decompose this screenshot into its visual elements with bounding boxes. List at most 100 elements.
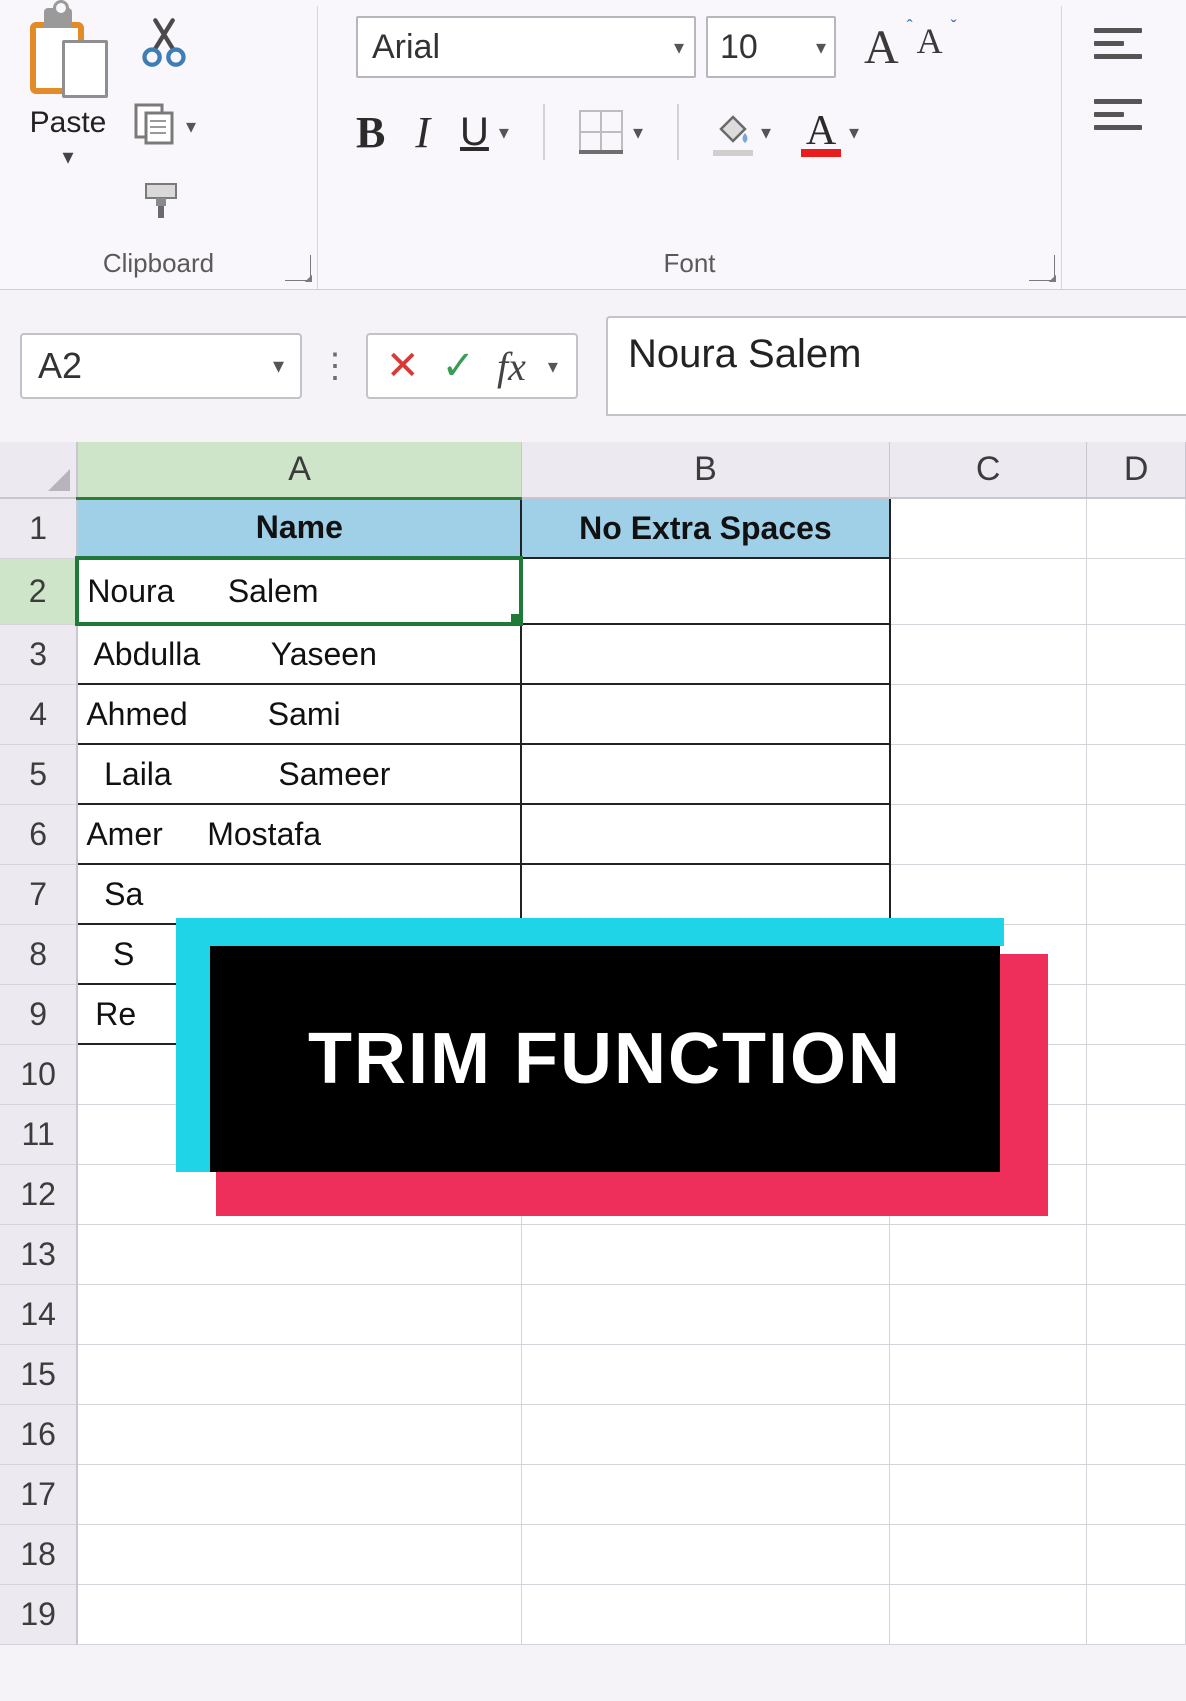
- cell-A14[interactable]: [77, 1284, 521, 1344]
- cell-C14[interactable]: [890, 1284, 1087, 1344]
- font-size-combo[interactable]: 10 ▾: [706, 16, 836, 78]
- drag-handle[interactable]: ⋮: [312, 346, 356, 386]
- cell-A15[interactable]: [77, 1344, 521, 1404]
- increase-font-button[interactable]: Aˆ: [864, 20, 899, 75]
- cell-C18[interactable]: [890, 1524, 1087, 1584]
- row-header-1[interactable]: 1: [0, 498, 77, 558]
- row-header-15[interactable]: 15: [0, 1344, 77, 1404]
- name-box[interactable]: A2 ▾: [20, 333, 302, 399]
- cell-C5[interactable]: [890, 744, 1087, 804]
- cell-B17[interactable]: [521, 1464, 889, 1524]
- paste-button[interactable]: Paste ▾: [8, 6, 118, 170]
- cell-D19[interactable]: [1087, 1584, 1186, 1644]
- copy-button[interactable]: [132, 101, 178, 152]
- cell-C15[interactable]: [890, 1344, 1087, 1404]
- font-launcher[interactable]: [1029, 255, 1055, 281]
- cell-D13[interactable]: [1087, 1224, 1186, 1284]
- insert-function-button[interactable]: fx: [497, 343, 526, 390]
- cell-D15[interactable]: [1087, 1344, 1186, 1404]
- borders-dropdown[interactable]: ▾: [633, 120, 643, 145]
- cell-D4[interactable]: [1087, 684, 1186, 744]
- row-header-14[interactable]: 14: [0, 1284, 77, 1344]
- cell-C4[interactable]: [890, 684, 1087, 744]
- cell-B13[interactable]: [521, 1224, 889, 1284]
- cell-C2[interactable]: [890, 558, 1087, 624]
- row-header-9[interactable]: 9: [0, 984, 77, 1044]
- chevron-down-icon[interactable]: ▾: [548, 354, 558, 379]
- cell-D17[interactable]: [1087, 1464, 1186, 1524]
- cell-B1[interactable]: No Extra Spaces: [521, 498, 889, 558]
- underline-dropdown[interactable]: ▾: [499, 120, 509, 145]
- cell-C3[interactable]: [890, 624, 1087, 684]
- cell-D2[interactable]: [1087, 558, 1186, 624]
- cell-D12[interactable]: [1087, 1164, 1186, 1224]
- row-header-4[interactable]: 4: [0, 684, 77, 744]
- cell-B4[interactable]: [521, 684, 889, 744]
- cell-D5[interactable]: [1087, 744, 1186, 804]
- cell-A5[interactable]: Laila Sameer: [77, 744, 521, 804]
- align-left-button[interactable]: [1094, 99, 1142, 130]
- format-painter-button[interactable]: [140, 180, 188, 225]
- row-header-2[interactable]: 2: [0, 558, 77, 624]
- cell-D3[interactable]: [1087, 624, 1186, 684]
- row-header-7[interactable]: 7: [0, 864, 77, 924]
- cell-B3[interactable]: [521, 624, 889, 684]
- cell-C16[interactable]: [890, 1404, 1087, 1464]
- italic-button[interactable]: I: [415, 107, 430, 158]
- column-header-C[interactable]: C: [890, 442, 1087, 498]
- cell-A4[interactable]: Ahmed Sami: [77, 684, 521, 744]
- underline-button[interactable]: U: [460, 110, 489, 155]
- formula-input[interactable]: Noura Salem: [606, 316, 1186, 416]
- select-all-corner[interactable]: [0, 442, 77, 498]
- cell-A3[interactable]: Abdulla Yaseen: [77, 624, 521, 684]
- font-color-button[interactable]: A ▾: [801, 107, 859, 157]
- row-header-5[interactable]: 5: [0, 744, 77, 804]
- cell-A18[interactable]: [77, 1524, 521, 1584]
- cell-D1[interactable]: [1087, 498, 1186, 558]
- cell-B2[interactable]: [521, 558, 889, 624]
- cell-B18[interactable]: [521, 1524, 889, 1584]
- cell-B14[interactable]: [521, 1284, 889, 1344]
- cell-D18[interactable]: [1087, 1524, 1186, 1584]
- cell-D16[interactable]: [1087, 1404, 1186, 1464]
- column-header-D[interactable]: D: [1087, 442, 1186, 498]
- cell-B15[interactable]: [521, 1344, 889, 1404]
- cell-A7[interactable]: Sa: [77, 864, 521, 924]
- row-header-19[interactable]: 19: [0, 1584, 77, 1644]
- cell-B5[interactable]: [521, 744, 889, 804]
- cell-C6[interactable]: [890, 804, 1087, 864]
- borders-button[interactable]: ▾: [579, 110, 643, 154]
- cell-A1[interactable]: Name: [77, 498, 521, 558]
- row-header-16[interactable]: 16: [0, 1404, 77, 1464]
- cell-C13[interactable]: [890, 1224, 1087, 1284]
- row-header-13[interactable]: 13: [0, 1224, 77, 1284]
- clipboard-launcher[interactable]: [285, 255, 311, 281]
- cell-C17[interactable]: [890, 1464, 1087, 1524]
- cell-D9[interactable]: [1087, 984, 1186, 1044]
- font-color-dropdown[interactable]: ▾: [849, 120, 859, 145]
- fill-dropdown[interactable]: ▾: [761, 120, 771, 145]
- cell-B7[interactable]: [521, 864, 889, 924]
- cell-B16[interactable]: [521, 1404, 889, 1464]
- cell-A13[interactable]: [77, 1224, 521, 1284]
- cell-D10[interactable]: [1087, 1044, 1186, 1104]
- column-header-B[interactable]: B: [521, 442, 889, 498]
- decrease-font-button[interactable]: Aˇ: [917, 20, 943, 75]
- font-name-combo[interactable]: Arial ▾: [356, 16, 696, 78]
- cell-D8[interactable]: [1087, 924, 1186, 984]
- row-header-8[interactable]: 8: [0, 924, 77, 984]
- cell-C7[interactable]: [890, 864, 1087, 924]
- copy-dropdown[interactable]: ▾: [186, 114, 196, 139]
- align-top-button[interactable]: [1094, 28, 1142, 59]
- cell-A16[interactable]: [77, 1404, 521, 1464]
- paste-dropdown[interactable]: ▾: [62, 144, 73, 170]
- cell-D7[interactable]: [1087, 864, 1186, 924]
- cancel-button[interactable]: ✕: [386, 343, 420, 389]
- column-header-A[interactable]: A: [77, 442, 521, 498]
- cell-C1[interactable]: [890, 498, 1087, 558]
- cell-B19[interactable]: [521, 1584, 889, 1644]
- cell-A6[interactable]: Amer Mostafa: [77, 804, 521, 864]
- cell-A17[interactable]: [77, 1464, 521, 1524]
- row-header-12[interactable]: 12: [0, 1164, 77, 1224]
- cell-A2[interactable]: Noura Salem: [77, 558, 521, 624]
